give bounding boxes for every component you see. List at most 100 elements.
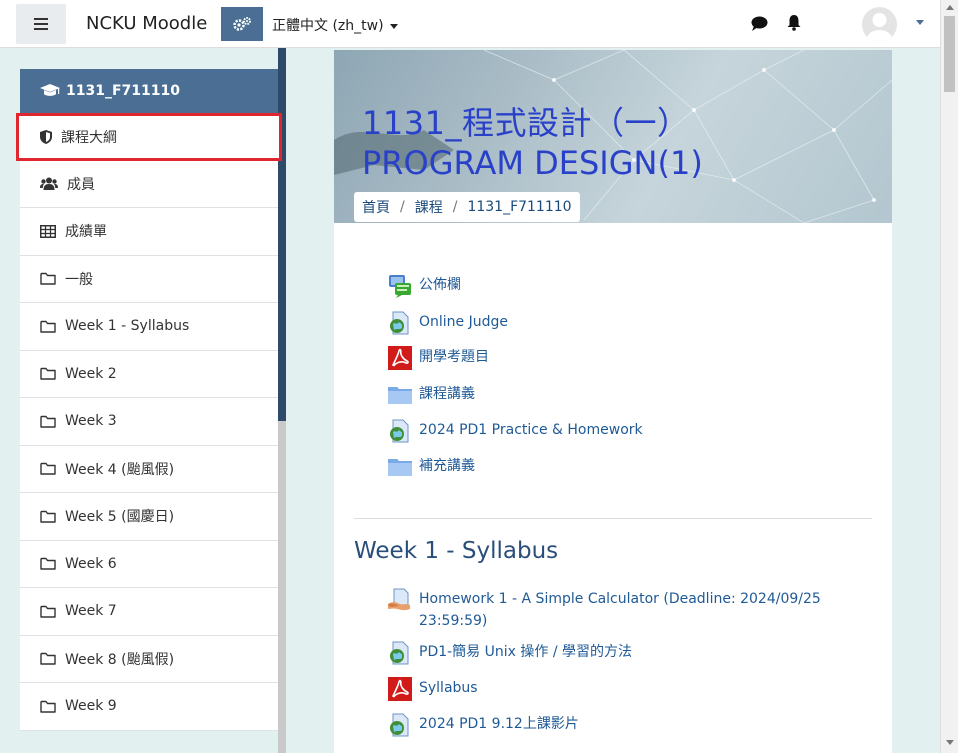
sidebar-item-label: 成績單 bbox=[65, 224, 107, 241]
folder-icon bbox=[40, 463, 56, 475]
message-icon[interactable] bbox=[751, 16, 768, 31]
folder-icon bbox=[40, 368, 56, 380]
user-menu-caret-icon[interactable] bbox=[916, 20, 924, 25]
hamburger-icon bbox=[34, 18, 48, 30]
table-icon bbox=[40, 224, 56, 238]
sidebar-item-label: Week 1 - Syllabus bbox=[65, 318, 190, 335]
sidebar-item-week4[interactable]: Week 4 (颱風假) bbox=[20, 445, 278, 493]
sidebar-item-label: Week 9 bbox=[65, 698, 117, 715]
course-title-line1: 1131_程式設計（一） bbox=[362, 104, 690, 142]
section-divider bbox=[354, 518, 872, 519]
sidebar-item-grades[interactable]: 成績單 bbox=[20, 208, 278, 256]
sidebar-item-general[interactable]: 一般 bbox=[20, 255, 278, 303]
activity-lecture-video[interactable]: 2024 PD1 9.12上課影片 bbox=[388, 713, 579, 737]
activity-label-line1: Homework 1 - A Simple Calculator (Deadli… bbox=[419, 591, 821, 607]
sidebar-item-label: 一般 bbox=[65, 271, 93, 288]
activity-online-judge[interactable]: Online Judge bbox=[388, 311, 508, 335]
course-code: 1131_F711110 bbox=[66, 83, 180, 99]
activity-practice-homework[interactable]: 2024 PD1 Practice & Homework bbox=[388, 419, 643, 443]
sidebar-item-label: Week 3 bbox=[65, 413, 117, 430]
folder-icon bbox=[388, 387, 412, 404]
activity-syllabus-pdf[interactable]: Syllabus bbox=[388, 677, 478, 701]
activity-label: 公佈欄 bbox=[419, 277, 461, 293]
sidebar-item-label: 成員 bbox=[67, 176, 95, 193]
activity-label: Online Judge bbox=[419, 314, 508, 330]
folder-icon bbox=[40, 273, 56, 285]
folder-icon bbox=[40, 558, 56, 570]
sidebar-item-week5[interactable]: Week 5 (國慶日) bbox=[20, 493, 278, 541]
bell-icon[interactable] bbox=[786, 14, 802, 31]
menu-toggle-button[interactable] bbox=[16, 4, 66, 44]
activity-label: 課程講義 bbox=[419, 386, 475, 402]
sidebar-item-label: Week 6 bbox=[65, 555, 117, 572]
breadcrumb-course-link[interactable]: 1131_F711110 bbox=[467, 199, 571, 215]
folder-icon bbox=[40, 415, 56, 428]
sidebar-item-week9[interactable]: Week 9 bbox=[20, 683, 278, 731]
sidebar-item-label: Week 2 bbox=[65, 365, 117, 382]
pdf-icon bbox=[388, 346, 412, 370]
avatar-icon bbox=[866, 13, 893, 42]
sidebar-item-week8[interactable]: Week 8 (颱風假) bbox=[20, 635, 278, 683]
sidebar-item-label: Week 4 (颱風假) bbox=[65, 461, 175, 478]
activity-label: 2024 PD1 9.12上課影片 bbox=[419, 716, 579, 732]
scrollbar-thumb[interactable] bbox=[944, 16, 955, 92]
activity-entrance-exam[interactable]: 開學考題目 bbox=[388, 346, 489, 370]
activity-label: Homework 1 - A Simple Calculator (Deadli… bbox=[419, 588, 821, 632]
folder-icon bbox=[40, 320, 56, 333]
activity-lecture-notes[interactable]: 課程講義 bbox=[388, 383, 475, 407]
activity-homework1[interactable]: Homework 1 - A Simple Calculator (Deadli… bbox=[388, 588, 821, 632]
scroll-down-icon[interactable] bbox=[946, 740, 954, 745]
activity-supplementary-notes[interactable]: 補充講義 bbox=[388, 455, 475, 479]
site-brand[interactable]: NCKU Moodle bbox=[86, 13, 207, 34]
settings-button[interactable] bbox=[221, 7, 263, 41]
breadcrumb-courses-link[interactable]: 課程 bbox=[415, 197, 443, 217]
folder-icon bbox=[40, 605, 56, 618]
top-navbar: NCKU Moodle 正體中文 (zh_tw) bbox=[0, 0, 940, 48]
breadcrumb-separator: / bbox=[400, 199, 405, 215]
section-title-week1[interactable]: Week 1 - Syllabus bbox=[354, 538, 558, 564]
activity-announcements[interactable]: 公佈欄 bbox=[388, 274, 461, 298]
activity-unix-basics[interactable]: PD1-簡易 Unix 操作 / 學習的方法 bbox=[388, 641, 632, 665]
sidebar-item-week7[interactable]: Week 7 bbox=[20, 588, 278, 636]
language-label: 正體中文 (zh_tw) bbox=[272, 18, 384, 34]
sidebar-item-participants[interactable]: 成員 bbox=[20, 160, 278, 208]
gears-icon bbox=[233, 17, 251, 31]
sidebar-item-label: 課程大綱 bbox=[61, 129, 117, 146]
sidebar-item-week3[interactable]: Week 3 bbox=[20, 398, 278, 446]
pdf-icon bbox=[388, 677, 412, 701]
breadcrumb: 首頁 / 課程 / 1131_F711110 bbox=[354, 192, 580, 222]
sidebar-item-week1[interactable]: Week 1 - Syllabus bbox=[20, 303, 278, 351]
users-icon bbox=[40, 177, 58, 191]
page-scrollbar[interactable] bbox=[940, 0, 958, 753]
folder-icon bbox=[40, 510, 56, 523]
folder-icon bbox=[40, 700, 56, 713]
course-content: 1131_程式設計（一） PROGRAM DESIGN(1) 首頁 / 課程 /… bbox=[334, 50, 892, 753]
folder-icon bbox=[40, 653, 56, 665]
chevron-down-icon bbox=[389, 23, 398, 29]
folder-icon bbox=[388, 459, 412, 476]
sidebar-item-week6[interactable]: Week 6 bbox=[20, 540, 278, 588]
activity-label: 開學考題目 bbox=[419, 349, 489, 365]
url-icon bbox=[390, 311, 409, 335]
sidebar-item-week2[interactable]: Week 2 bbox=[20, 350, 278, 398]
user-avatar[interactable] bbox=[862, 7, 897, 42]
activity-label: PD1-簡易 Unix 操作 / 學習的方法 bbox=[419, 644, 632, 660]
course-index-sidebar: 1131_F711110 課程大綱 成員 成績單 一般 Week 1 - Syl… bbox=[16, 69, 282, 753]
course-title-line2: PROGRAM DESIGN(1) bbox=[362, 144, 703, 182]
breadcrumb-home-link[interactable]: 首頁 bbox=[362, 197, 390, 217]
sidebar-course-header[interactable]: 1131_F711110 bbox=[20, 69, 278, 113]
scroll-up-icon[interactable] bbox=[946, 5, 954, 10]
url-icon bbox=[390, 419, 409, 443]
sidebar-item-label: Week 7 bbox=[65, 603, 117, 620]
sidebar-item-syllabus[interactable]: 課程大綱 bbox=[16, 113, 282, 161]
shield-icon bbox=[40, 129, 52, 144]
sidebar-scrollbar-thumb[interactable] bbox=[278, 48, 286, 421]
url-icon bbox=[390, 641, 409, 665]
course-banner: 1131_程式設計（一） PROGRAM DESIGN(1) 首頁 / 課程 /… bbox=[334, 50, 892, 223]
activity-label: 補充講義 bbox=[419, 458, 475, 474]
graduation-cap-icon bbox=[40, 84, 60, 96]
activity-label: Syllabus bbox=[419, 680, 478, 696]
activity-label-line2: 23:59:59) bbox=[419, 613, 488, 629]
language-menu[interactable]: 正體中文 (zh_tw) bbox=[272, 15, 398, 35]
forum-icon bbox=[389, 275, 411, 298]
